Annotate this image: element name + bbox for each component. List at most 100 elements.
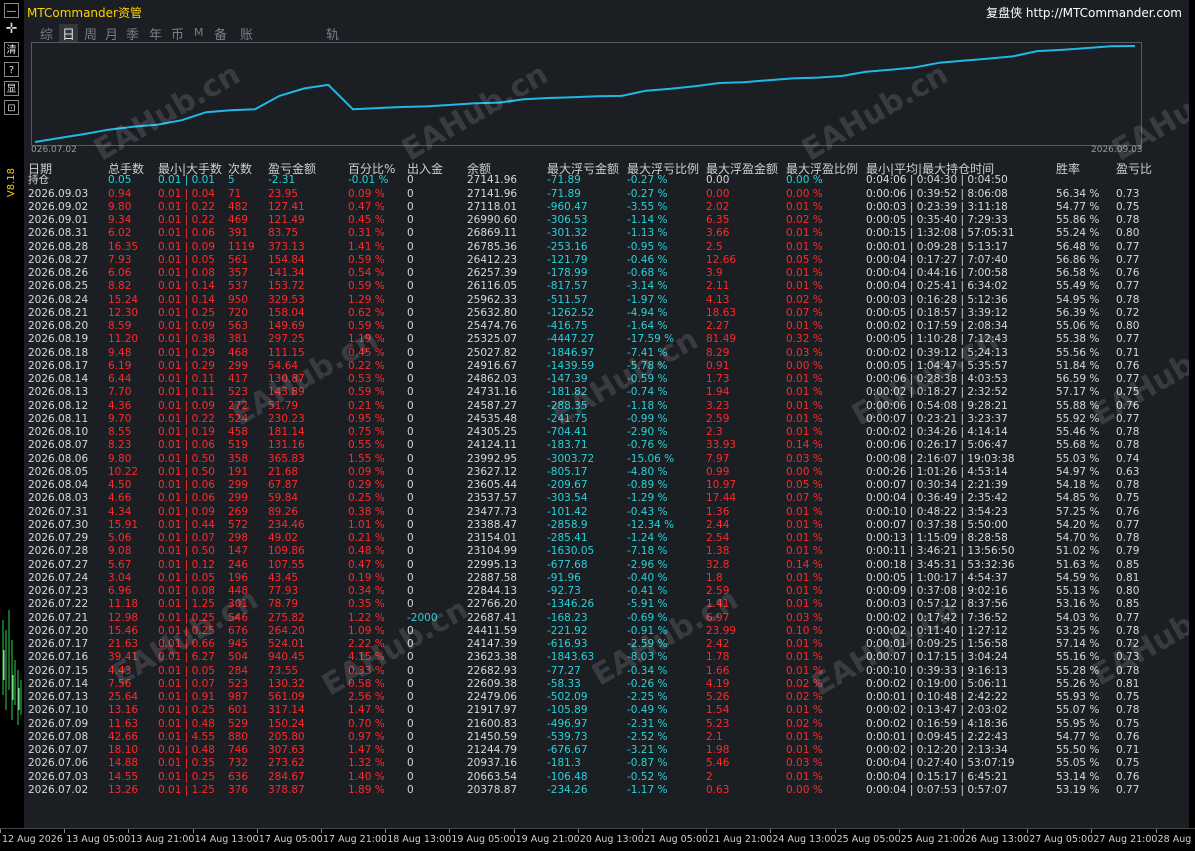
table-cell: 20937.16 [467,757,518,770]
table-cell: 0.76 [1116,267,1140,279]
table-cell: 81.49 [706,333,737,346]
table-cell: 0.80 [1116,585,1140,597]
table-cell: 0:00:07 | 0:37:38 | 5:50:00 [866,518,1008,531]
table-cell: 0.01 | 0.48 [158,717,215,730]
table-cell: -1846.97 [547,346,595,359]
table-cell: 880 [228,730,249,743]
table-cell: 0.78 [1116,479,1140,491]
table-cell: 9.48 [108,346,132,359]
tab-notes[interactable]: 备 [214,24,227,43]
table-cell: 5.67 [108,558,132,571]
tab-summary[interactable]: 综 [40,24,53,43]
table-cell: 0 [407,333,414,346]
tab-symbol[interactable]: 币 [171,24,184,43]
table-cell: 7.97 [706,452,730,465]
table-cell: 55.68 % [1056,439,1100,452]
table-cell: 191 [228,465,249,478]
table-cell: 55.46 % [1056,426,1100,438]
table-cell: 5.26 [706,691,730,703]
table-cell: 0.73 [1116,187,1140,200]
table-cell: 524.01 [268,638,305,650]
tab-year[interactable]: 年 [149,24,162,43]
move-icon[interactable]: ✛ [4,22,19,37]
table-cell: 12.98 [108,611,139,624]
table-cell: 0.77 [1116,611,1140,624]
summary-cell: 0 [407,174,414,186]
table-cell: 0.59 % [348,280,385,293]
watermark: EAHub.cn [1086,321,1195,434]
table-cell: 0 [407,320,414,332]
table-cell: 12.66 [706,253,737,266]
summary-cell: -71.89 [547,174,581,186]
tab-month[interactable]: 月 [105,24,118,43]
title-bar: MTCommander资管 复盘侠 http://MTCommander.com [24,0,1189,22]
table-cell: 2026.07.22 [28,598,89,611]
table-cell: 0.01 | 0.91 [158,691,215,703]
brand-link[interactable]: 复盘侠 http://MTCommander.com [986,4,1182,21]
summary-cell: 0.01 | 0.01 [158,174,215,186]
tab-day[interactable]: 日 [59,24,79,43]
table-cell: 23627.12 [467,465,518,478]
table-cell: 0.75 [1116,691,1140,703]
table-cell: 0 [407,545,414,558]
summary-cell: 0.00 % [786,174,823,186]
table-cell: 0.35 % [348,598,385,611]
table-cell: 2026.08.26 [28,267,89,279]
summary-cell: 5 [228,174,235,186]
table-cell: 358 [228,452,249,465]
display-button[interactable]: 显 [4,81,19,96]
table-cell: -0.43 % [627,505,668,518]
table-cell: 0.01 % [786,267,823,279]
table-cell: 0:00:01 | 0:09:28 | 5:13:17 [866,240,1008,253]
table-cell: 1.66 [706,664,730,677]
table-cell: 24305.25 [467,426,518,438]
column-header[interactable]: 胜率 [1056,160,1080,177]
table-cell: 0 [407,532,414,544]
table-cell: 22995.13 [467,558,518,571]
table-cell: 55.06 % [1056,320,1100,332]
table-cell: 43.45 [268,571,299,584]
table-cell: 54.85 % [1056,492,1100,505]
help-button[interactable]: ? [4,62,19,77]
table-cell: 8.82 [108,280,132,293]
tab-week[interactable]: 周 [84,24,97,43]
table-cell: 26116.05 [467,280,518,293]
table-cell: 264.20 [268,624,305,637]
table-cell: 53.14 % [1056,770,1100,783]
chart-start-date: 026.07.02 [31,145,77,155]
table-cell: 0.76 [1116,730,1140,743]
table-cell: 27141.96 [467,187,518,200]
table-cell: 1.94 [706,386,730,399]
table-cell: 0:00:03 | 0:16:28 | 5:12:36 [866,293,1008,306]
tab-m[interactable]: M [194,26,204,39]
table-cell: -105.89 [547,704,588,717]
table-cell: 0.85 [1116,558,1140,571]
table-cell: 0.01 | 0.50 [158,452,215,465]
table-cell: 0.01 | 0.09 [158,320,215,332]
table-cell: 0.91 [706,359,730,372]
table-cell: 0.01 % [786,280,823,293]
table-cell: 746 [228,744,249,756]
table-cell: 51.63 % [1056,558,1100,571]
table-cell: -502.09 [547,691,588,703]
window-button[interactable]: ⊡ [4,100,19,115]
table-cell: 0.81 [1116,571,1140,584]
clear-button[interactable]: 清 [4,42,19,57]
table-cell: -92.73 [547,585,581,597]
table-cell: 53.19 % [1056,783,1100,796]
minimize-button[interactable]: — [4,3,19,18]
table-cell: 0 [407,744,414,756]
table-cell: 0 [407,346,414,359]
table-cell: 23623.38 [467,651,518,664]
table-cell: 0.01 | 0.48 [158,744,215,756]
table-cell: 54.77 % [1056,730,1100,743]
table-cell: -3.55 % [627,200,668,213]
table-cell: -0.89 % [627,479,668,491]
tab-quarter[interactable]: 季 [126,24,139,43]
table-cell: 0:00:04 | 0:44:16 | 7:00:58 [866,267,1008,279]
table-cell: 22844.13 [467,585,518,597]
table-cell: 15.91 [108,518,139,531]
table-cell: 9.70 [108,412,132,425]
table-cell: 2026.07.28 [28,545,89,558]
table-cell: 2026.08.27 [28,253,89,266]
